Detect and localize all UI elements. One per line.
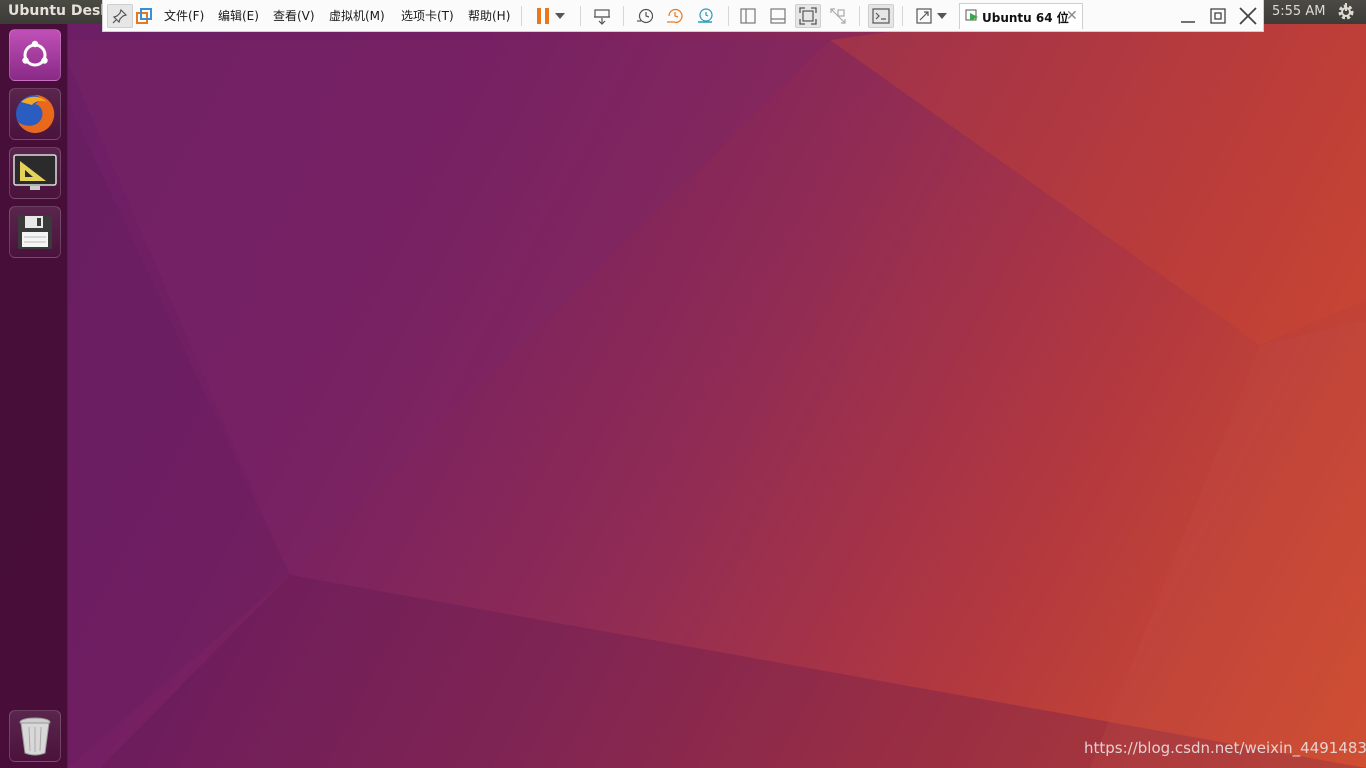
fullscreen-icon: [799, 7, 817, 25]
launcher-item-settings[interactable]: [9, 147, 61, 199]
minimize-button[interactable]: [1175, 4, 1201, 28]
launcher-item-firefox[interactable]: [9, 88, 61, 140]
vmware-logo-button[interactable]: [131, 4, 157, 28]
stretch-icon: [916, 8, 932, 24]
menu-view[interactable]: 查看(V): [273, 7, 315, 24]
snapshot-manager-button[interactable]: [692, 4, 718, 28]
close-icon[interactable]: ✕: [1066, 8, 1078, 24]
pin-button[interactable]: [107, 4, 133, 28]
menu-edit[interactable]: 编辑(E): [218, 7, 259, 24]
send-ctrl-alt-del-button[interactable]: [589, 4, 615, 28]
keyboard-send-icon: [594, 9, 610, 25]
wallpaper-shapes: [67, 0, 1366, 768]
trash-icon: [19, 717, 51, 756]
firefox-icon: [16, 94, 55, 133]
terminal-icon: [872, 8, 890, 24]
tab-label: Ubuntu 64 位: [982, 11, 1069, 25]
vmware-logo-icon: [136, 8, 152, 24]
launcher-item-disk[interactable]: [9, 206, 61, 258]
watermark-text: https://blog.csdn.net/weixin_44914838: [1084, 739, 1366, 757]
stretch-dropdown-button[interactable]: [935, 4, 949, 28]
ubuntu-logo-icon: [22, 40, 48, 67]
show-library-button[interactable]: [735, 4, 761, 28]
pause-icon: [537, 8, 549, 24]
toolbar-separator: [859, 6, 860, 26]
tab-ubuntu-vm[interactable]: Ubuntu 64 位 ✕: [959, 3, 1083, 29]
menu-file[interactable]: 文件(F): [164, 7, 204, 24]
menu-tabs[interactable]: 选项卡(T): [401, 7, 454, 24]
minimize-icon: [1181, 21, 1195, 23]
unity-icon: [830, 8, 846, 24]
toolbar-separator: [728, 6, 729, 26]
restore-button[interactable]: [1205, 4, 1231, 28]
gear-icon[interactable]: [1336, 2, 1356, 22]
vm-toolbar: 文件(F) 编辑(E) 查看(V) 虚拟机(M) 选项卡(T) 帮助(H) Ub…: [102, 0, 1264, 32]
stretch-button[interactable]: [911, 4, 937, 28]
library-panel-icon: [740, 8, 756, 24]
full-screen-button[interactable]: [795, 4, 821, 28]
unity-mode-button[interactable]: [825, 4, 851, 28]
chevron-down-icon: [555, 13, 565, 19]
snapshot-button[interactable]: [632, 4, 658, 28]
close-window-button[interactable]: [1235, 4, 1261, 28]
launcher: [0, 24, 68, 768]
vm-running-icon: [965, 9, 978, 21]
menu-vm[interactable]: 虚拟机(M): [329, 7, 385, 24]
window-title: Ubuntu Desk: [8, 3, 110, 19]
menu-help[interactable]: 帮助(H): [468, 7, 510, 24]
monitor-ruler-icon: [13, 154, 57, 190]
clock-snapshot-icon: [637, 8, 654, 24]
console-view-button[interactable]: [868, 4, 894, 28]
toolbar-separator: [623, 6, 624, 26]
toolbar-separator: [902, 6, 903, 26]
toolbar-separator: [521, 6, 522, 26]
show-thumbnail-bar-button[interactable]: [765, 4, 791, 28]
floppy-disk-icon: [18, 215, 52, 249]
desktop-wallpaper: [0, 0, 1366, 768]
toolbar-separator: [580, 6, 581, 26]
thumbnail-bar-icon: [770, 8, 786, 24]
clock[interactable]: 5:55 AM: [1272, 4, 1325, 19]
power-dropdown-button[interactable]: [552, 4, 568, 28]
clock-revert-icon: [667, 8, 683, 24]
revert-snapshot-button[interactable]: [662, 4, 688, 28]
close-icon: [1239, 7, 1257, 25]
chevron-down-icon: [937, 13, 947, 19]
pin-icon: [112, 8, 128, 24]
launcher-item-trash[interactable]: [9, 710, 61, 762]
clock-manager-icon: [698, 8, 713, 23]
restore-icon: [1210, 8, 1226, 24]
launcher-item-dash[interactable]: [9, 29, 61, 81]
